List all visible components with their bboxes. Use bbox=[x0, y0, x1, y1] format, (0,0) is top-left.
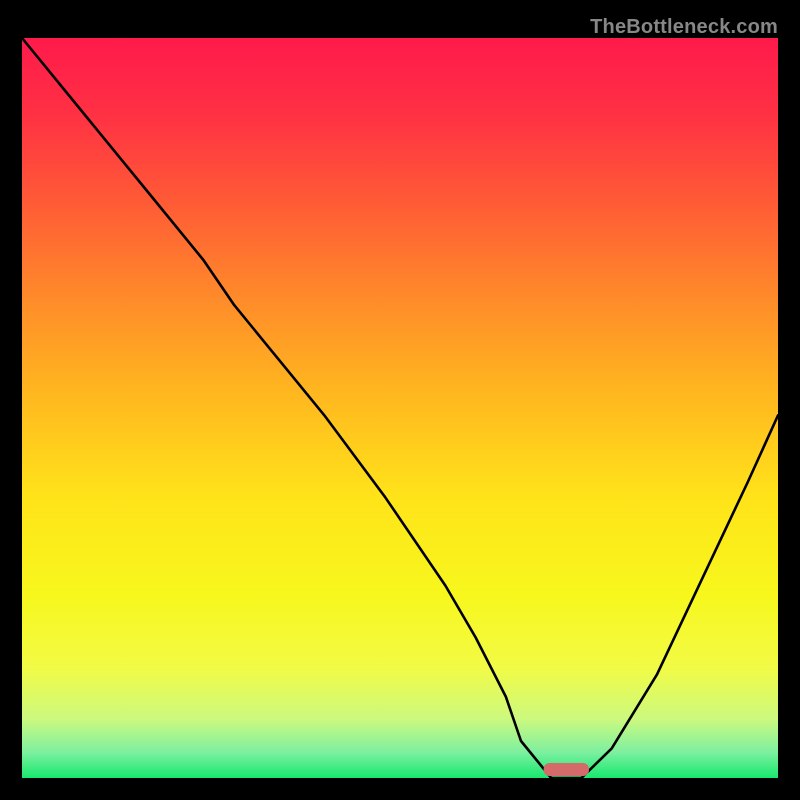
watermark-text: TheBottleneck.com bbox=[590, 16, 778, 39]
plot-area bbox=[22, 38, 778, 778]
chart-frame: TheBottleneck.com bbox=[16, 16, 784, 784]
optimal-marker bbox=[544, 763, 589, 776]
bottleneck-chart bbox=[22, 38, 778, 778]
gradient-background bbox=[22, 38, 778, 778]
